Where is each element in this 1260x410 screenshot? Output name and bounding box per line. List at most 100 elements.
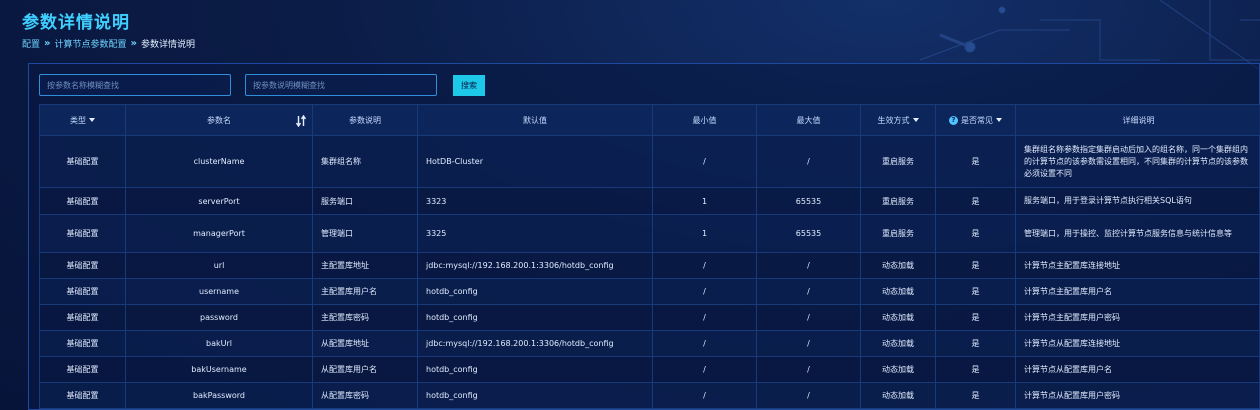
- header-name[interactable]: 参数名: [125, 104, 313, 136]
- cell-name: bakUrl: [125, 330, 313, 357]
- cell-type: 基础配置: [39, 187, 126, 215]
- cell-common: 是: [935, 330, 1016, 357]
- header-default: 默认值: [417, 104, 653, 136]
- cell-max: /: [756, 356, 861, 383]
- cell-default: jdbc:mysql://192.168.200.1:3306/hotdb_co…: [417, 252, 653, 279]
- cell-explain: 主配置库密码: [312, 304, 418, 331]
- cell-effect: 动态加载: [860, 330, 936, 357]
- cell-default: 3325: [417, 214, 653, 253]
- cell-explain: 从配置库密码: [312, 382, 418, 409]
- cell-detail: 服务端口，用于登录计算节点执行相关SQL语句: [1015, 187, 1260, 215]
- table-row: 基础配置 clusterName 集群组名称 HotDB-Cluster / / 重启服务是…: [39, 135, 1260, 188]
- search-button[interactable]: 搜索: [453, 74, 485, 96]
- breadcrumb-item-current: 参数详情说明: [140, 40, 195, 50]
- cell-type: 基础配置: [39, 304, 126, 331]
- header-max: 最大值: [756, 104, 861, 136]
- cell-explain: 从配置库用户名: [312, 356, 418, 383]
- page-title: 参数详情说明: [22, 13, 130, 33]
- cell-default: jdbc:mysql://192.168.200.1:3306/hotdb_co…: [417, 330, 653, 357]
- cell-name: serverPort: [125, 187, 313, 215]
- cell-min: 1: [652, 187, 757, 215]
- cell-min: /: [652, 330, 757, 357]
- sort-icon[interactable]: [296, 115, 306, 127]
- cell-effect: 重启服务: [860, 214, 936, 253]
- cell-default: hotdb_config: [417, 382, 653, 409]
- cell-min: 1: [652, 214, 757, 253]
- table-header-row: 类型 参数名 参数说明 默认值 最小值 最大值 生效方式 ? 是否常见 详细说明: [39, 104, 1260, 136]
- params-table-wrapper: 类型 参数名 参数说明 默认值 最小值 最大值 生效方式 ?是否常见 详细说明: [39, 104, 1260, 409]
- cell-min: /: [652, 135, 757, 188]
- cell-min: /: [652, 356, 757, 383]
- cell-effect: 动态加载: [860, 278, 936, 305]
- cell-effect: 动态加载: [860, 252, 936, 279]
- breadcrumb: 配置 » 计算节点参数配置 » 参数详情说明: [22, 37, 195, 50]
- cell-max: /: [756, 330, 861, 357]
- table-row: 基础配置 bakPassword 从配置库密码 hotdb_config / / 动态加载是…: [39, 382, 1260, 409]
- header-type[interactable]: 类型: [39, 104, 126, 136]
- cell-explain: 管理端口: [312, 214, 418, 253]
- question-icon[interactable]: ?: [949, 115, 958, 125]
- cell-common: 是: [935, 382, 1016, 409]
- cell-effect: 动态加载: [860, 356, 936, 383]
- cell-type: 基础配置: [39, 356, 126, 383]
- content-panel: 搜索 类型 参数名 参数说明 默认值: [28, 63, 1260, 410]
- table-row: 基础配置 password 主配置库密码 hotdb_config / / 动态加载是计算节…: [39, 304, 1260, 331]
- header-common[interactable]: ? 是否常见: [935, 104, 1016, 136]
- param-desc-search-input[interactable]: [245, 74, 437, 96]
- cell-effect: 重启服务: [860, 187, 936, 215]
- cell-max: /: [756, 278, 861, 305]
- cell-common: 是: [935, 214, 1016, 253]
- caret-down-icon: [89, 118, 95, 122]
- cell-type: 基础配置: [39, 330, 126, 357]
- breadcrumb-separator-icon: »: [44, 38, 51, 49]
- caret-down-icon: [996, 118, 1002, 122]
- cell-explain: 从配置库地址: [312, 330, 418, 357]
- cell-detail: 计算节点主配置库用户密码: [1015, 304, 1260, 331]
- cell-type: 基础配置: [39, 214, 126, 253]
- table-row: 基础配置 url 主配置库地址 jdbc:mysql://192.168.200.1:…: [39, 252, 1260, 279]
- cell-common: 是: [935, 135, 1016, 188]
- header-explain: 参数说明: [312, 104, 418, 136]
- cell-detail: 计算节点从配置库连接地址: [1015, 330, 1260, 357]
- cell-type: 基础配置: [39, 278, 126, 305]
- cell-common: 是: [935, 304, 1016, 331]
- cell-detail: 集群组名称参数指定集群启动后加入的组名称，同一个集群组内的计算节点的该参数需设置…: [1015, 135, 1260, 188]
- cell-common: 是: [935, 252, 1016, 279]
- cell-detail: 计算节点从配置库用户密码: [1015, 382, 1260, 409]
- cell-explain: 集群组名称: [312, 135, 418, 188]
- cell-detail: 管理端口，用于操控、监控计算节点服务信息与统计信息等: [1015, 214, 1260, 253]
- breadcrumb-item-config[interactable]: 配置: [22, 37, 40, 50]
- cell-detail: 计算节点主配置库连接地址: [1015, 252, 1260, 279]
- header-min: 最小值: [652, 104, 757, 136]
- param-name-search-input[interactable]: [39, 74, 231, 96]
- cell-max: 65535: [756, 214, 861, 253]
- cell-common: 是: [935, 278, 1016, 305]
- cell-detail: 计算节点从配置库用户名: [1015, 356, 1260, 383]
- cell-type: 基础配置: [39, 382, 126, 409]
- cell-max: /: [756, 304, 861, 331]
- cell-name: username: [125, 278, 313, 305]
- cell-default: hotdb_config: [417, 304, 653, 331]
- cell-name: url: [125, 252, 313, 279]
- cell-name: bakPassword: [125, 382, 313, 409]
- cell-min: /: [652, 382, 757, 409]
- cell-default: HotDB-Cluster: [417, 135, 653, 188]
- header-detail: 详细说明: [1015, 104, 1260, 136]
- table-row: 基础配置 username 主配置库用户名 hotdb_config / / 动态加载是计算…: [39, 278, 1260, 305]
- cell-name: password: [125, 304, 313, 331]
- cell-common: 是: [935, 187, 1016, 215]
- cell-explain: 服务端口: [312, 187, 418, 215]
- cell-min: /: [652, 252, 757, 279]
- table-row: 基础配置 serverPort 服务端口 3323 1 65535 重启服务是服务端口，用于…: [39, 187, 1260, 215]
- cell-default: 3323: [417, 187, 653, 215]
- cell-explain: 主配置库地址: [312, 252, 418, 279]
- cell-default: hotdb_config: [417, 278, 653, 305]
- cell-default: hotdb_config: [417, 356, 653, 383]
- cell-type: 基础配置: [39, 252, 126, 279]
- cell-min: /: [652, 304, 757, 331]
- breadcrumb-separator-icon: »: [130, 38, 137, 49]
- table-body: 基础配置 clusterName 集群组名称 HotDB-Cluster / / 重启服务是…: [39, 135, 1260, 409]
- header-effect[interactable]: 生效方式: [860, 104, 936, 136]
- breadcrumb-item-node-params[interactable]: 计算节点参数配置: [54, 37, 126, 50]
- cell-effect: 动态加载: [860, 382, 936, 409]
